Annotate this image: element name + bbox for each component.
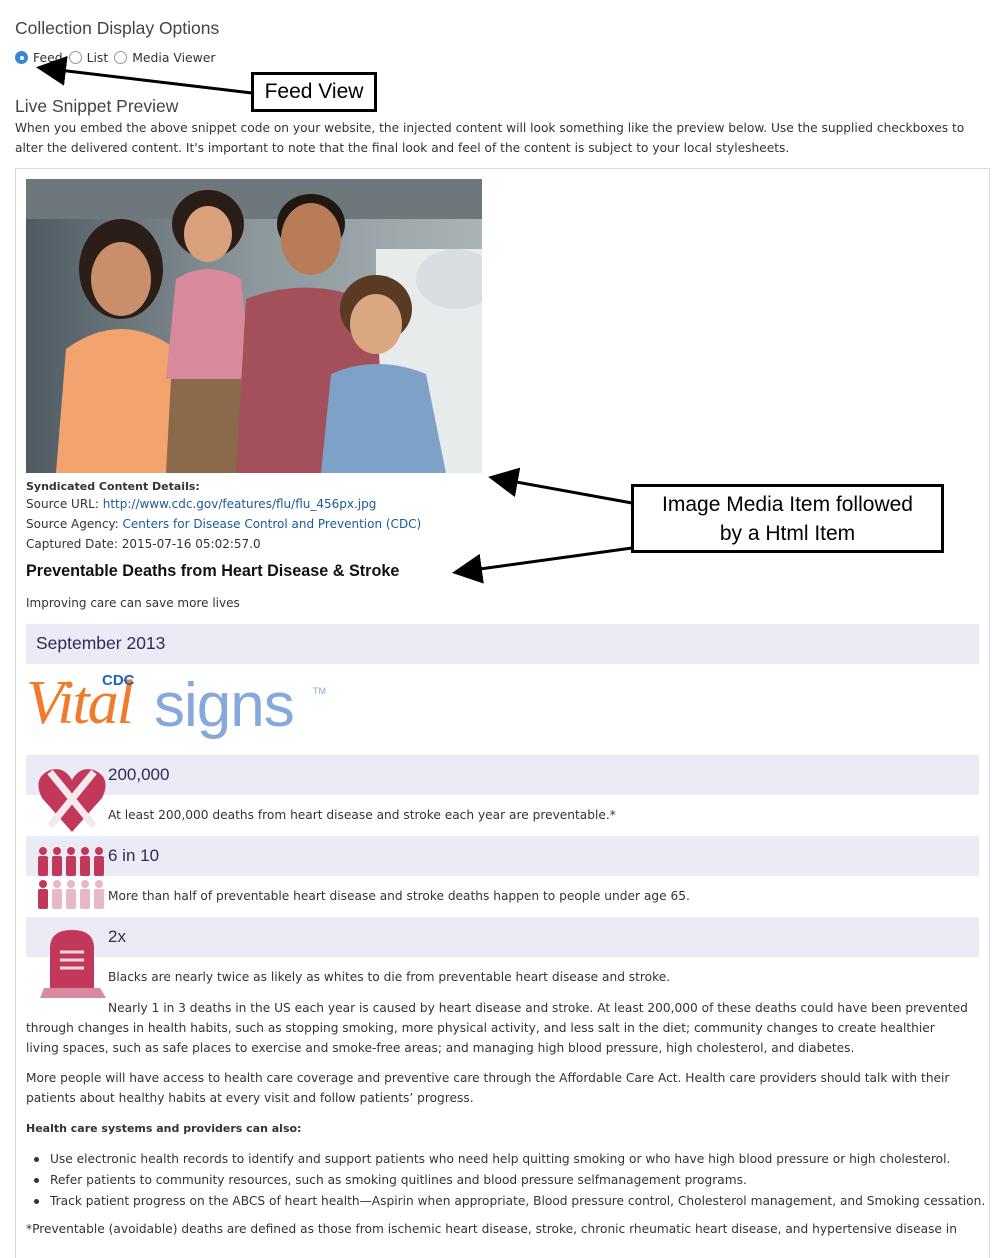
feed-view-callout: Feed View [251,72,377,112]
page: Collection Display Options Feed List Med… [0,0,1003,1258]
media-item-callout-line1: Image Media Item followed [662,493,913,516]
media-item-callout: Image Media Item followed by a Html Item [631,484,944,553]
media-item-callout-line2: by a Html Item [719,522,856,545]
annotation-arrows [36,55,633,584]
